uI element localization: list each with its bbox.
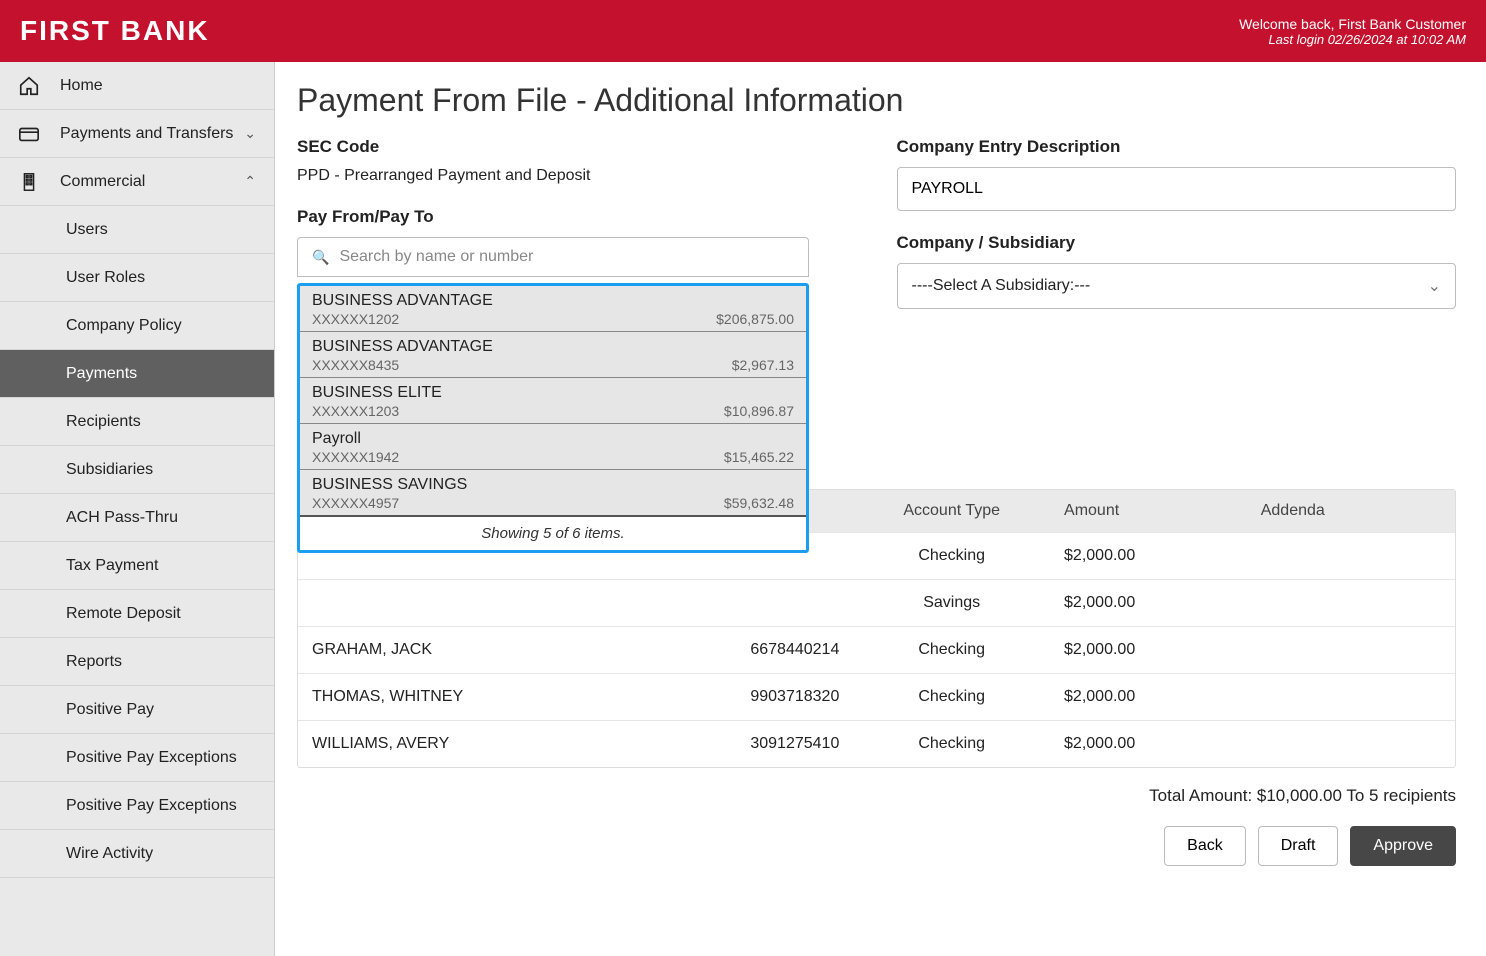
- subsidiary-select[interactable]: ----Select A Subsidiary:--- ⌄: [897, 263, 1457, 309]
- subsidiary-label: Company / Subsidiary: [897, 233, 1457, 253]
- recipient-name: THOMAS, WHITNEY: [298, 674, 657, 721]
- sidebar-item-positive-pay-exceptions[interactable]: Positive Pay Exceptions: [0, 782, 274, 830]
- card-icon: [18, 123, 46, 145]
- account-option[interactable]: PayrollXXXXXX1942 $15,465.22: [300, 424, 806, 470]
- sidebar-label-pt: Payments and Transfers: [60, 125, 233, 143]
- account-option[interactable]: BUSINESS ADVANTAGEXXXXXX8435 $2,967.13: [300, 332, 806, 378]
- recipient-account: 3091275410: [657, 721, 854, 768]
- col-account-type: Account Type: [853, 490, 1050, 533]
- table-row: WILLIAMS, AVERY3091275410Checking$2,000.…: [298, 721, 1455, 768]
- header-user-block: Welcome back, First Bank Customer Last l…: [1239, 16, 1466, 47]
- chevron-up-icon: ⌃: [244, 173, 256, 190]
- recipient-account: 6678440214: [657, 627, 854, 674]
- dropdown-footer: Showing 5 of 6 items.: [300, 517, 806, 550]
- table-row: THOMAS, WHITNEY9903718320Checking$2,000.…: [298, 674, 1455, 721]
- last-login-text: Last login 02/26/2024 at 10:02 AM: [1239, 32, 1466, 47]
- account-number: XXXXXX1202: [312, 311, 399, 327]
- sidebar-label-commercial: Commercial: [60, 173, 145, 191]
- col-amount: Amount: [1050, 490, 1247, 533]
- sidebar-item-recipients[interactable]: Recipients: [0, 398, 274, 446]
- account-number: XXXXXX8435: [312, 357, 399, 373]
- account-type: Checking: [853, 674, 1050, 721]
- search-icon: 🔍: [312, 249, 329, 266]
- recipient-name: GRAHAM, JACK: [298, 627, 657, 674]
- account-balance: $10,896.87: [724, 403, 794, 419]
- account-balance: $206,875.00: [716, 311, 794, 327]
- company-entry-input[interactable]: [897, 167, 1457, 211]
- addenda: [1247, 721, 1455, 768]
- account-name: Payroll: [312, 430, 794, 448]
- table-row: GRAHAM, JACK6678440214Checking$2,000.00: [298, 627, 1455, 674]
- account-balance: $2,967.13: [732, 357, 794, 373]
- header-bar: FIRST BANK Welcome back, First Bank Cust…: [0, 0, 1486, 62]
- sidebar-item-wire-activity[interactable]: Wire Activity: [0, 830, 274, 878]
- account-option[interactable]: BUSINESS SAVINGSXXXXXX4957 $59,632.48: [300, 470, 806, 517]
- home-icon: [18, 75, 46, 97]
- account-type: Checking: [853, 721, 1050, 768]
- account-name: BUSINESS SAVINGS: [312, 476, 794, 494]
- sidebar-item-subsidiaries[interactable]: Subsidiaries: [0, 446, 274, 494]
- draft-button[interactable]: Draft: [1258, 826, 1339, 866]
- account-type: Checking: [853, 627, 1050, 674]
- sidebar-label-home: Home: [60, 77, 103, 95]
- sidebar-item-users[interactable]: Users: [0, 206, 274, 254]
- sidebar-item-payments-transfers[interactable]: Payments and Transfers ⌄: [0, 110, 274, 158]
- addenda: [1247, 627, 1455, 674]
- addenda: [1247, 674, 1455, 721]
- sidebar: Home Payments and Transfers ⌄ Commercial…: [0, 62, 275, 956]
- sec-code-label: SEC Code: [297, 137, 857, 157]
- account-balance: $15,465.22: [724, 449, 794, 465]
- recipient-account: 9903718320: [657, 674, 854, 721]
- chevron-down-icon: ⌄: [244, 125, 256, 142]
- total-amount-line: Total Amount: $10,000.00 To 5 recipients: [297, 786, 1456, 806]
- account-number: XXXXXX4957: [312, 495, 399, 511]
- account-option[interactable]: BUSINESS ADVANTAGEXXXXXX1202 $206,875.00: [300, 286, 806, 332]
- page-title: Payment From File - Additional Informati…: [297, 82, 1456, 119]
- sidebar-item-positive-pay[interactable]: Positive Pay: [0, 686, 274, 734]
- account-name: BUSINESS ADVANTAGE: [312, 292, 794, 310]
- sidebar-item-home[interactable]: Home: [0, 62, 274, 110]
- company-entry-label: Company Entry Description: [897, 137, 1457, 157]
- sidebar-item-payments[interactable]: Payments: [0, 350, 274, 398]
- sidebar-item-tax-payment[interactable]: Tax Payment: [0, 542, 274, 590]
- sidebar-item-reports[interactable]: Reports: [0, 638, 274, 686]
- amount: $2,000.00: [1050, 674, 1247, 721]
- account-dropdown: BUSINESS ADVANTAGEXXXXXX1202$206,875.00B…: [297, 283, 809, 553]
- welcome-text: Welcome back, First Bank Customer: [1239, 16, 1466, 32]
- main-content: Payment From File - Additional Informati…: [275, 62, 1486, 956]
- sec-code-value: PPD - Prearranged Payment and Deposit: [297, 167, 857, 185]
- pay-from-label: Pay From/Pay To: [297, 207, 857, 227]
- sidebar-item-ach-pass-thru[interactable]: ACH Pass-Thru: [0, 494, 274, 542]
- table-row: Savings $2,000.00: [298, 580, 1455, 627]
- account-name: BUSINESS ELITE: [312, 384, 794, 402]
- approve-button[interactable]: Approve: [1350, 826, 1456, 866]
- sidebar-item-commercial[interactable]: Commercial ⌃: [0, 158, 274, 206]
- back-button[interactable]: Back: [1164, 826, 1246, 866]
- sidebar-item-user-roles[interactable]: User Roles: [0, 254, 274, 302]
- pay-from-search[interactable]: 🔍: [297, 237, 809, 277]
- sidebar-item-remote-deposit[interactable]: Remote Deposit: [0, 590, 274, 638]
- search-input[interactable]: [339, 248, 794, 266]
- amount: $2,000.00: [1050, 627, 1247, 674]
- sidebar-item-company-policy[interactable]: Company Policy: [0, 302, 274, 350]
- col-addenda: Addenda: [1247, 490, 1455, 533]
- subsidiary-value: ----Select A Subsidiary:---: [912, 277, 1091, 295]
- logo: FIRST BANK: [20, 15, 210, 47]
- amount: $2,000.00: [1050, 721, 1247, 768]
- sidebar-item-positive-pay-exceptions[interactable]: Positive Pay Exceptions: [0, 734, 274, 782]
- account-number: XXXXXX1942: [312, 449, 399, 465]
- account-option[interactable]: BUSINESS ELITEXXXXXX1203 $10,896.87: [300, 378, 806, 424]
- account-number: XXXXXX1203: [312, 403, 399, 419]
- chevron-down-icon: ⌄: [1428, 276, 1441, 296]
- building-icon: [18, 171, 46, 193]
- account-balance: $59,632.48: [724, 495, 794, 511]
- account-name: BUSINESS ADVANTAGE: [312, 338, 794, 356]
- recipient-name: WILLIAMS, AVERY: [298, 721, 657, 768]
